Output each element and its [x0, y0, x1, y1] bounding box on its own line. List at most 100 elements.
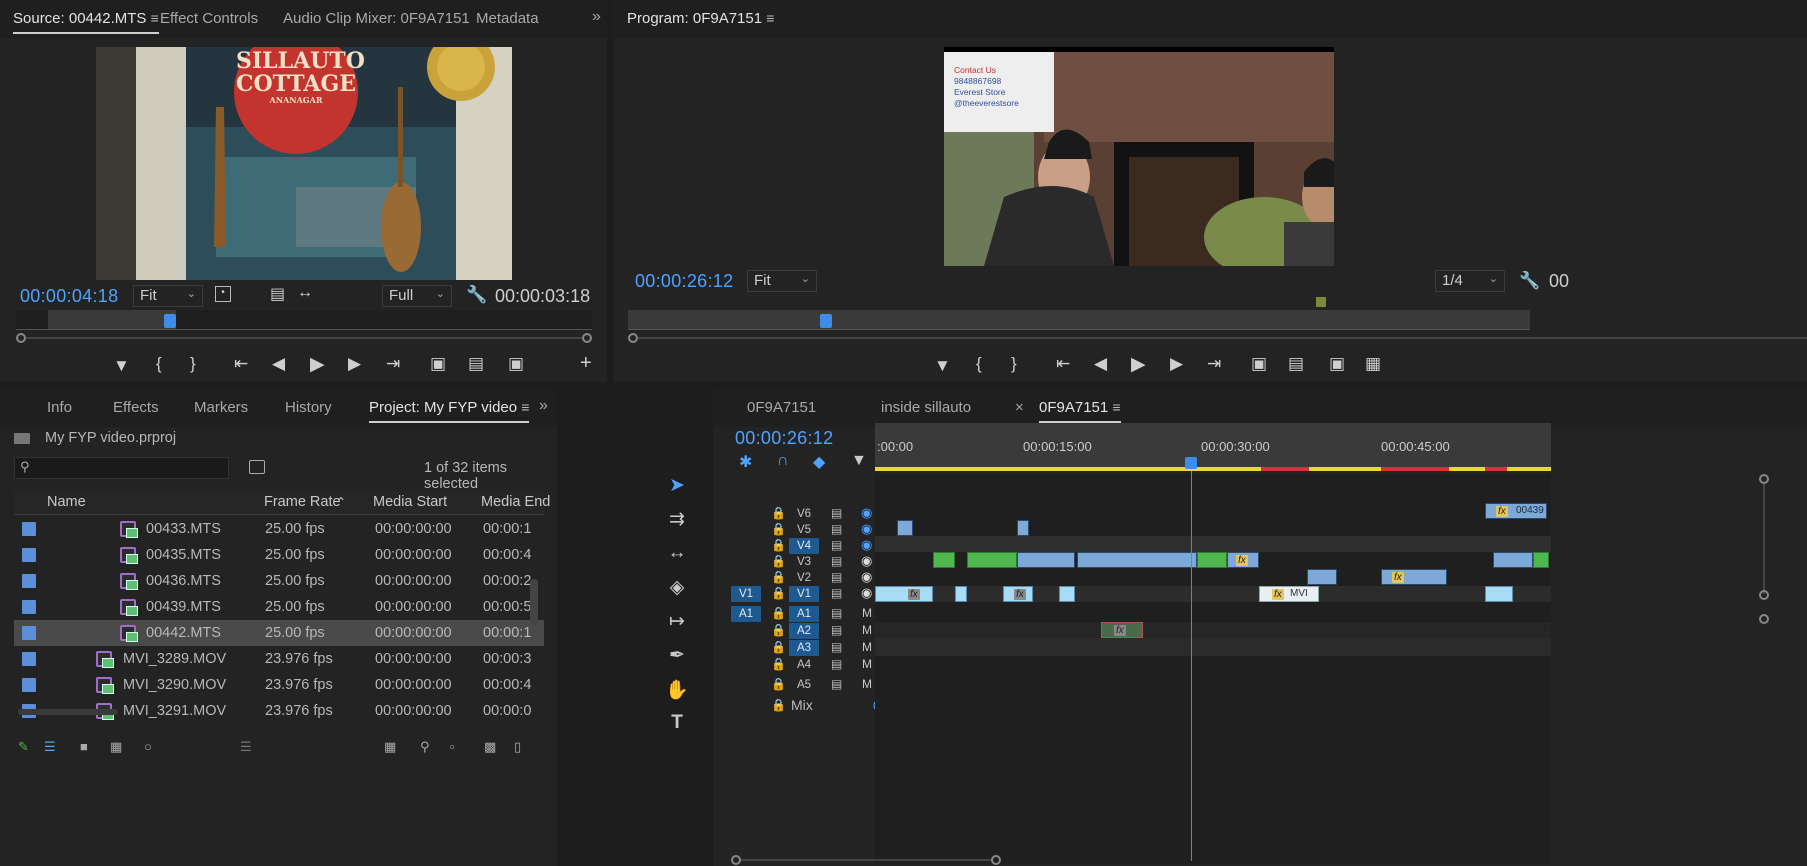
- track-target[interactable]: V5: [789, 522, 819, 538]
- work-area-bar[interactable]: [875, 467, 1551, 471]
- lift-icon[interactable]: ▣: [1251, 354, 1267, 374]
- pencil-icon[interactable]: ✎: [18, 739, 29, 755]
- list-item[interactable]: 00439.MTS 25.00 fps 00:00:00:00 00:00:5: [14, 594, 544, 620]
- track-target[interactable]: V2: [789, 570, 819, 586]
- program-resolution-dropdown[interactable]: 1/4 ⌄: [1435, 270, 1505, 292]
- eye-icon[interactable]: ◉: [861, 553, 872, 569]
- slip-tool-icon[interactable]: ↦: [662, 610, 692, 636]
- col-framerate-header[interactable]: Frame Rate: [264, 494, 341, 510]
- timeline-track-area[interactable]: fx 00439 fx fx fx fx fx MVI fx: [875, 471, 1551, 864]
- panel-menu-icon[interactable]: ≡: [766, 10, 774, 26]
- add-marker-icon[interactable]: ▼: [851, 452, 867, 470]
- program-playhead[interactable]: [820, 314, 832, 328]
- sync-lock-icon[interactable]: ▤: [831, 570, 842, 584]
- selection-tool-icon[interactable]: ➤: [662, 474, 692, 500]
- lock-icon[interactable]: 🔒: [771, 538, 786, 552]
- source-patch[interactable]: A1: [731, 606, 761, 622]
- list-item[interactable]: 00436.MTS 25.00 fps 00:00:00:00 00:00:2: [14, 568, 544, 594]
- automate-icon[interactable]: ▦: [384, 739, 396, 755]
- go-to-out-icon[interactable]: ⇥: [1207, 354, 1221, 374]
- ripple-edit-tool-icon[interactable]: ↔: [662, 542, 692, 568]
- tab-markers[interactable]: Markers: [194, 399, 248, 416]
- clip-v3-green-d[interactable]: [1533, 552, 1549, 568]
- tab-project[interactable]: Project: My FYP video ≡: [369, 399, 530, 423]
- wrench-icon[interactable]: 🔧: [1519, 271, 1540, 291]
- timeline-playhead-handle[interactable]: [1185, 457, 1197, 469]
- tab-metadata[interactable]: Metadata: [476, 10, 539, 27]
- sync-lock-icon[interactable]: ▤: [831, 657, 842, 671]
- add-marker-icon[interactable]: ▼: [113, 356, 130, 376]
- step-forward-icon[interactable]: ▶: [1170, 354, 1183, 374]
- mute-button[interactable]: M: [862, 640, 872, 654]
- panel-menu-icon[interactable]: ≡: [521, 399, 529, 415]
- lock-icon[interactable]: 🔒: [771, 657, 786, 671]
- project-search-input[interactable]: ⚲: [14, 457, 229, 479]
- sync-lock-icon[interactable]: ▤: [831, 677, 842, 691]
- tab-inside-sillauto[interactable]: inside sillauto: [881, 399, 971, 416]
- add-marker-icon[interactable]: ▼: [934, 356, 951, 376]
- drag-video-audio-icon[interactable]: ↔: [297, 284, 313, 302]
- program-fit-dropdown[interactable]: Fit ⌄: [747, 270, 817, 292]
- col-media-end-header[interactable]: Media End: [481, 494, 550, 510]
- sync-lock-icon[interactable]: ▤: [831, 554, 842, 568]
- sync-lock-icon[interactable]: ▤: [831, 586, 842, 600]
- list-item[interactable]: 00433.MTS 25.00 fps 00:00:00:00 00:00:1: [14, 516, 544, 542]
- eye-hidden-icon[interactable]: ◉: [861, 521, 872, 537]
- wrench-icon[interactable]: 🔧: [466, 285, 487, 305]
- eye-hidden-icon[interactable]: ◉: [861, 505, 872, 521]
- type-tool-icon[interactable]: T: [662, 712, 692, 738]
- add-button-icon[interactable]: +: [580, 352, 592, 375]
- eye-hidden-icon[interactable]: ◉: [861, 537, 872, 553]
- lock-icon[interactable]: 🔒: [771, 506, 786, 520]
- mute-button[interactable]: M: [862, 606, 872, 620]
- mute-button[interactable]: M: [862, 657, 872, 671]
- source-time-ruler[interactable]: [16, 310, 592, 330]
- label-color-swatch[interactable]: [22, 548, 36, 562]
- trash-icon[interactable]: ▯: [514, 739, 521, 755]
- tab-history[interactable]: History: [285, 399, 332, 416]
- clip-v3-blue-a[interactable]: [1017, 552, 1075, 568]
- label-color-swatch[interactable]: [22, 522, 36, 536]
- comparison-view-icon[interactable]: ▦: [1365, 354, 1381, 374]
- program-time-ruler[interactable]: [628, 310, 1530, 330]
- source-playhead[interactable]: [164, 314, 176, 328]
- track-target[interactable]: V3: [789, 554, 819, 570]
- nest-icon[interactable]: ✱: [739, 452, 752, 472]
- label-color-swatch[interactable]: [22, 574, 36, 588]
- track-target[interactable]: V6: [789, 506, 819, 522]
- overflow-chevron-icon[interactable]: »: [592, 8, 601, 26]
- linked-selection-icon[interactable]: ◆: [813, 452, 825, 472]
- timeline-v-scrollbar[interactable]: [1759, 474, 1769, 714]
- tab-info[interactable]: Info: [47, 399, 72, 416]
- label-color-swatch[interactable]: [22, 652, 36, 666]
- clip-v2-a[interactable]: [1307, 569, 1337, 585]
- col-media-start-header[interactable]: Media Start: [373, 494, 447, 510]
- timeline-timecode[interactable]: 00:00:26:12: [735, 428, 833, 449]
- sort-icon[interactable]: ☰: [240, 739, 252, 755]
- go-to-in-icon[interactable]: ⇤: [234, 354, 248, 374]
- track-target[interactable]: V4: [789, 538, 819, 554]
- lock-icon[interactable]: 🔒: [771, 570, 786, 584]
- clip-v1-a[interactable]: fx: [875, 586, 933, 602]
- mark-in-icon[interactable]: {: [156, 354, 162, 374]
- source-patch[interactable]: V1: [731, 586, 761, 602]
- play-icon[interactable]: ▶: [1131, 353, 1146, 376]
- overflow-chevron-icon[interactable]: »: [539, 397, 548, 415]
- sync-lock-icon[interactable]: ▤: [831, 506, 842, 520]
- close-tab-icon[interactable]: ×: [1015, 399, 1024, 416]
- label-color-swatch[interactable]: [22, 626, 36, 640]
- lock-icon[interactable]: 🔒: [771, 606, 786, 620]
- new-item-icon[interactable]: ▩: [484, 739, 496, 755]
- project-scrollbar[interactable]: [530, 579, 538, 625]
- clip-a2-audio[interactable]: fx: [1101, 622, 1143, 638]
- clip-v1-b[interactable]: [955, 586, 967, 602]
- label-color-swatch[interactable]: [22, 600, 36, 614]
- clip-v5-b[interactable]: [1017, 520, 1029, 536]
- eye-icon[interactable]: ◉: [861, 569, 872, 585]
- list-item[interactable]: MVI_3290.MOV 23.976 fps 00:00:00:00 00:00:4: [14, 672, 544, 698]
- go-to-in-icon[interactable]: ⇤: [1056, 354, 1070, 374]
- insert-icon[interactable]: ▣: [430, 354, 446, 374]
- track-select-tool-icon[interactable]: ⇉: [662, 508, 692, 534]
- camera-icon[interactable]: ▣: [508, 354, 524, 374]
- play-icon[interactable]: ▶: [310, 353, 325, 376]
